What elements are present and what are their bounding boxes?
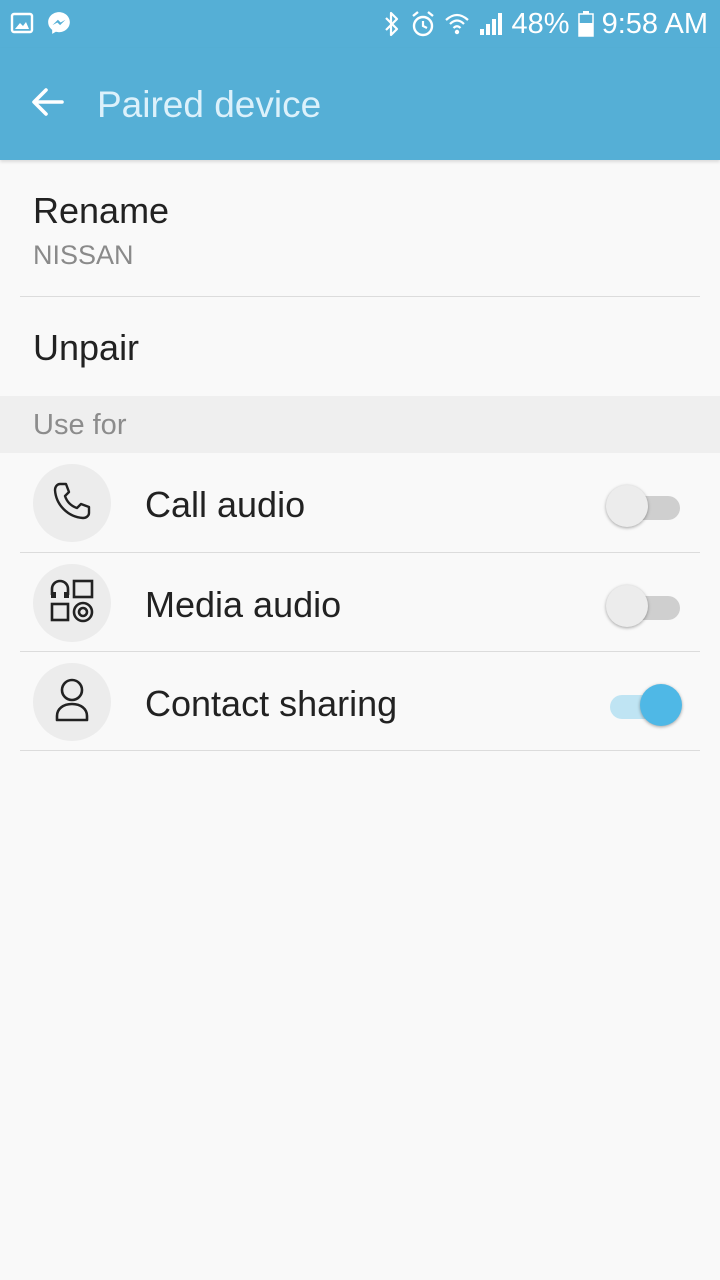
phone-icon (50, 479, 94, 528)
call-audio-toggle[interactable] (604, 483, 686, 529)
person-icon-circle (33, 663, 111, 741)
call-audio-label: Call audio (145, 484, 306, 525)
phone-icon-circle (33, 464, 111, 542)
rename-row[interactable]: Rename NISSAN (0, 160, 720, 296)
divider (20, 750, 700, 751)
contact-sharing-toggle[interactable] (604, 682, 686, 728)
alarm-icon (410, 10, 436, 38)
bluetooth-icon (382, 10, 402, 38)
media-audio-label: Media audio (145, 584, 342, 625)
status-left (10, 10, 72, 36)
app-bar: Paired device (0, 48, 720, 160)
section-title: Use for (33, 409, 127, 441)
page-title: Paired device (97, 84, 322, 125)
toggle-thumb (640, 684, 682, 726)
unpair-label: Unpair (33, 327, 140, 368)
back-button[interactable] (24, 80, 72, 128)
toggle-thumb (606, 585, 648, 627)
contact-sharing-label: Contact sharing (145, 683, 398, 724)
signal-icon (478, 11, 504, 37)
gallery-icon (10, 10, 34, 36)
contact-sharing-row[interactable]: Contact sharing (0, 652, 720, 751)
battery-icon (577, 10, 594, 38)
clock: 9:58 AM (601, 7, 708, 40)
rename-label: Rename (33, 190, 170, 231)
toggle-thumb (606, 485, 648, 527)
use-for-header: Use for (0, 396, 720, 453)
battery-percent: 48% (511, 7, 570, 40)
person-icon (50, 676, 94, 729)
status-right: 48% 9:58 AM (382, 6, 708, 42)
media-audio-toggle[interactable] (604, 583, 686, 629)
arrow-back-icon (30, 84, 66, 125)
media-icon-circle (33, 564, 111, 642)
media-audio-row[interactable]: Media audio (0, 553, 720, 652)
device-name: NISSAN (33, 240, 134, 270)
messenger-icon (46, 10, 72, 36)
call-audio-row[interactable]: Call audio (0, 453, 720, 552)
unpair-row[interactable]: Unpair (0, 297, 720, 396)
media-icon (48, 577, 96, 630)
status-bar: 48% 9:58 AM (0, 0, 720, 48)
wifi-icon (444, 10, 470, 38)
